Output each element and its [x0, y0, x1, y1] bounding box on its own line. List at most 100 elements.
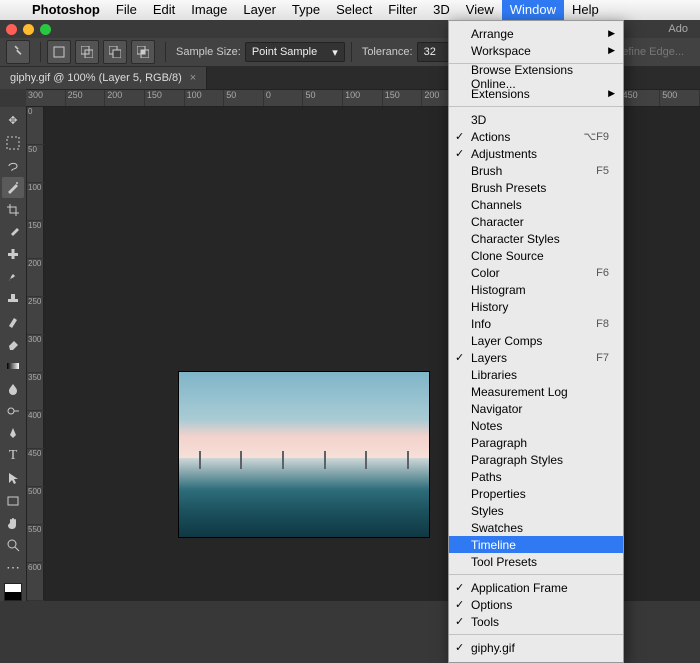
- menu-item-libraries[interactable]: Libraries: [449, 366, 623, 383]
- menu-item-application-frame[interactable]: ✓Application Frame: [449, 579, 623, 596]
- blur-tool-icon[interactable]: [2, 379, 24, 399]
- menu-3d[interactable]: 3D: [425, 0, 458, 20]
- menu-item-3d[interactable]: 3D: [449, 111, 623, 128]
- intersect-selection-icon[interactable]: [131, 40, 155, 64]
- menu-image[interactable]: Image: [183, 0, 235, 20]
- menu-item-label: Workspace: [471, 44, 531, 58]
- eraser-tool-icon[interactable]: [2, 334, 24, 354]
- menu-item-tools[interactable]: ✓Tools: [449, 613, 623, 630]
- menu-item-label: Properties: [471, 487, 526, 501]
- menu-item-options[interactable]: ✓ Options: [449, 596, 623, 613]
- sample-size-select[interactable]: Point Sample▾: [245, 42, 345, 62]
- menu-item-paragraph-styles[interactable]: Paragraph Styles: [449, 451, 623, 468]
- menu-item-workspace[interactable]: Workspace: [449, 42, 623, 59]
- menu-filter[interactable]: Filter: [380, 0, 425, 20]
- menu-item-character-styles[interactable]: Character Styles: [449, 230, 623, 247]
- menu-item-brush-presets[interactable]: Brush Presets: [449, 179, 623, 196]
- subtract-selection-icon[interactable]: [103, 40, 127, 64]
- ruler-tick: 0: [27, 107, 45, 145]
- lasso-tool-icon[interactable]: [2, 155, 24, 175]
- menu-item-actions[interactable]: ✓Actions⌥F9: [449, 128, 623, 145]
- document-tab[interactable]: giphy.gif @ 100% (Layer 5, RGB/8) ×: [0, 67, 207, 89]
- menu-item-extensions[interactable]: Extensions: [449, 85, 623, 102]
- zoom-window-button[interactable]: [40, 24, 51, 35]
- ruler-tick: 200: [105, 90, 145, 106]
- magic-wand-tool-icon[interactable]: [2, 177, 24, 197]
- menu-select[interactable]: Select: [328, 0, 380, 20]
- menu-item-label: Swatches: [471, 521, 523, 535]
- menu-item-notes[interactable]: Notes: [449, 417, 623, 434]
- menu-item-channels[interactable]: Channels: [449, 196, 623, 213]
- menu-item-color[interactable]: ColorF6: [449, 264, 623, 281]
- menu-help[interactable]: Help: [564, 0, 607, 20]
- shape-tool-icon[interactable]: [2, 490, 24, 510]
- history-brush-icon[interactable]: [2, 311, 24, 331]
- menu-item-timeline[interactable]: Timeline: [449, 536, 623, 553]
- menu-item-histogram[interactable]: Histogram: [449, 281, 623, 298]
- check-icon: ✓: [455, 147, 464, 160]
- minimize-window-button[interactable]: [23, 24, 34, 35]
- move-tool-icon[interactable]: ✥: [2, 110, 24, 130]
- menu-window[interactable]: Window: [502, 0, 564, 20]
- marquee-tool-icon[interactable]: [2, 132, 24, 152]
- document-canvas[interactable]: [179, 372, 429, 537]
- zoom-tool-icon[interactable]: [2, 535, 24, 555]
- menu-type[interactable]: Type: [284, 0, 328, 20]
- menu-item-info[interactable]: InfoF8: [449, 315, 623, 332]
- menu-item-navigator[interactable]: Navigator: [449, 400, 623, 417]
- edit-toolbar-icon[interactable]: ⋯: [2, 558, 24, 578]
- menu-view[interactable]: View: [458, 0, 502, 20]
- menu-item-measurement-log[interactable]: Measurement Log: [449, 383, 623, 400]
- dodge-tool-icon[interactable]: [2, 401, 24, 421]
- crop-tool-icon[interactable]: [2, 200, 24, 220]
- menu-item-giphy-gif[interactable]: ✓giphy.gif: [449, 639, 623, 656]
- menu-item-properties[interactable]: Properties: [449, 485, 623, 502]
- tool-preset-icon[interactable]: [6, 40, 30, 64]
- path-select-tool-icon[interactable]: [2, 468, 24, 488]
- menu-item-paragraph[interactable]: Paragraph: [449, 434, 623, 451]
- menu-item-swatches[interactable]: Swatches: [449, 519, 623, 536]
- menu-item-label: Brush Presets: [471, 181, 546, 195]
- hand-tool-icon[interactable]: [2, 513, 24, 533]
- stamp-tool-icon[interactable]: [2, 289, 24, 309]
- gradient-tool-icon[interactable]: [2, 356, 24, 376]
- add-selection-icon[interactable]: [75, 40, 99, 64]
- menu-item-label: Channels: [471, 198, 522, 212]
- menu-file[interactable]: File: [108, 0, 145, 20]
- menu-item-layer-comps[interactable]: Layer Comps: [449, 332, 623, 349]
- menu-item-arrange[interactable]: Arrange: [449, 25, 623, 42]
- color-swatch[interactable]: [4, 583, 22, 601]
- menu-item-tool-presets[interactable]: Tool Presets: [449, 553, 623, 570]
- menu-item-label: Clone Source: [471, 249, 544, 263]
- close-tab-icon[interactable]: ×: [190, 72, 196, 84]
- menu-item-character[interactable]: Character: [449, 213, 623, 230]
- pen-tool-icon[interactable]: [2, 423, 24, 443]
- menu-item-label: Paragraph Styles: [471, 453, 563, 467]
- sample-size-label: Sample Size:: [176, 46, 241, 58]
- menu-item-adjustments[interactable]: ✓ Adjustments: [449, 145, 623, 162]
- chevron-down-icon: ▾: [332, 46, 338, 59]
- menu-item-styles[interactable]: Styles: [449, 502, 623, 519]
- menu-item-clone-source[interactable]: Clone Source: [449, 247, 623, 264]
- menu-item-label: Measurement Log: [471, 385, 568, 399]
- menu-item-browse-extensions-online-[interactable]: Browse Extensions Online...: [449, 68, 623, 85]
- type-tool-icon[interactable]: T: [2, 446, 24, 466]
- check-icon: ✓: [455, 581, 464, 594]
- menu-edit[interactable]: Edit: [145, 0, 183, 20]
- new-selection-icon[interactable]: [47, 40, 71, 64]
- brush-tool-icon[interactable]: [2, 267, 24, 287]
- menu-item-paths[interactable]: Paths: [449, 468, 623, 485]
- menu-item-layers[interactable]: ✓LayersF7: [449, 349, 623, 366]
- check-icon: ✓: [455, 598, 464, 611]
- menu-shortcut: F7: [596, 352, 609, 364]
- healing-tool-icon[interactable]: [2, 244, 24, 264]
- app-menu[interactable]: Photoshop: [24, 0, 108, 20]
- menu-item-label: Adjustments: [471, 147, 537, 161]
- close-window-button[interactable]: [6, 24, 17, 35]
- menu-item-label: Options: [471, 598, 512, 612]
- menu-item-brush[interactable]: BrushF5: [449, 162, 623, 179]
- menu-layer[interactable]: Layer: [235, 0, 284, 20]
- eyedropper-tool-icon[interactable]: [2, 222, 24, 242]
- menu-item-history[interactable]: History: [449, 298, 623, 315]
- check-icon: ✓: [455, 351, 464, 364]
